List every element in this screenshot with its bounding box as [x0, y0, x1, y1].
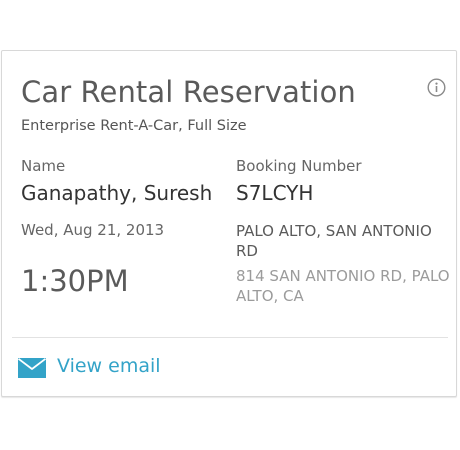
card-title: Car Rental Reservation — [21, 75, 356, 109]
card-subtitle: Enterprise Rent-A-Car, Full Size — [21, 118, 247, 134]
booking-number-label: Booking Number — [236, 157, 362, 175]
divider — [12, 337, 448, 338]
reservation-time: 1:30PM — [21, 264, 129, 298]
booking-number-value: S7LCYH — [236, 181, 314, 205]
name-value: Ganapathy, Suresh — [21, 181, 213, 205]
pickup-location: PALO ALTO, SAN ANTONIO RD — [236, 222, 432, 260]
view-email-label: View email — [57, 355, 161, 377]
reservation-date: Wed, Aug 21, 2013 — [21, 221, 165, 239]
view-email-button[interactable]: View email — [12, 348, 212, 388]
info-icon[interactable] — [427, 78, 446, 97]
envelope-icon — [18, 358, 46, 378]
name-label: Name — [21, 157, 66, 175]
pickup-address: 814 SAN ANTONIO RD, PALO ALTO, CA — [236, 267, 450, 305]
